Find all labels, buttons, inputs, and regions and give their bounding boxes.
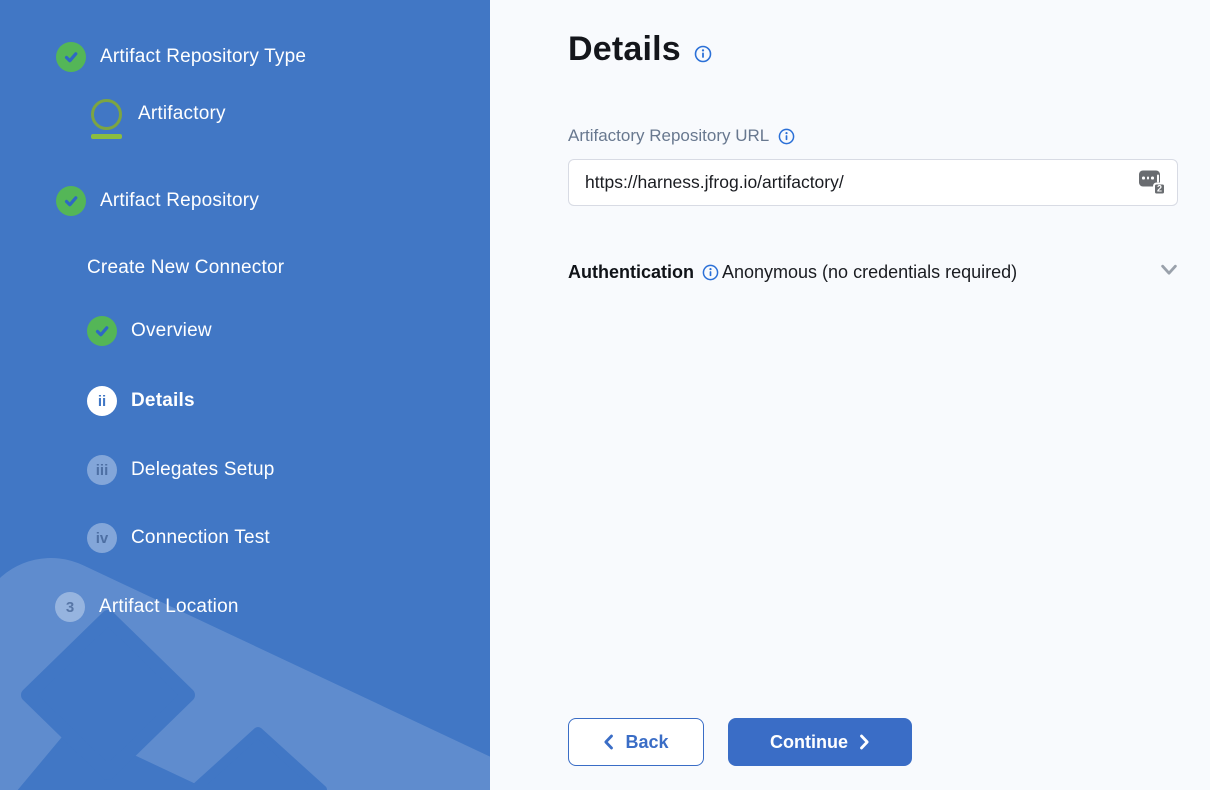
page-title: Details (568, 30, 681, 69)
artifactory-icon (88, 99, 124, 139)
step-label: Artifact Repository (100, 190, 259, 212)
sidebar-section-create-new-connector: Create New Connector (87, 257, 284, 279)
sidebar-item-artifactory[interactable]: Artifactory (88, 99, 226, 139)
section-label: Create New Connector (87, 257, 284, 279)
step-label: Artifact Repository Type (100, 46, 306, 68)
url-field-label: Artifactory Repository URL (568, 126, 769, 146)
url-input-wrap: 2 (568, 159, 1178, 206)
step-numeral-badge: ii (87, 386, 117, 416)
step-complete-check-icon (87, 316, 117, 346)
step-numeral-badge: iv (87, 523, 117, 553)
page-title-row: Details (568, 30, 712, 69)
fixed-input-badge: 2 (1153, 182, 1166, 195)
connector-wizard: Artifact Repository Type Artifactory Art… (0, 0, 1210, 790)
sidebar-step-artifact-repository-type[interactable]: Artifact Repository Type (56, 42, 306, 72)
wizard-footer: Back Continue (568, 718, 912, 766)
step-numeral-badge: 3 (55, 592, 85, 622)
sidebar-step-connection-test: iv Connection Test (87, 523, 270, 553)
continue-button[interactable]: Continue (728, 718, 912, 766)
step-label: Delegates Setup (131, 459, 275, 481)
authentication-value: Anonymous (no credentials required) (722, 262, 1017, 283)
step-label: Details (131, 390, 195, 412)
step-complete-check-icon (56, 186, 86, 216)
sidebar-step-delegates-setup: iii Delegates Setup (87, 455, 275, 485)
back-button[interactable]: Back (568, 718, 704, 766)
details-panel: Details Artifactory Repository URL 2 Aut… (490, 0, 1210, 790)
url-info-icon[interactable] (778, 128, 795, 145)
wizard-sidebar: Artifact Repository Type Artifactory Art… (0, 0, 490, 790)
sidebar-step-details[interactable]: ii Details (87, 386, 195, 416)
sidebar-step-overview[interactable]: Overview (87, 316, 212, 346)
sidebar-step-artifact-location: 3 Artifact Location (55, 592, 239, 622)
step-label: Connection Test (131, 527, 270, 549)
authentication-info-icon[interactable] (702, 264, 719, 281)
details-info-icon[interactable] (694, 45, 712, 63)
step-label: Artifactory (138, 103, 226, 125)
chevron-right-icon (859, 734, 870, 750)
sidebar-step-artifact-repository[interactable]: Artifact Repository (56, 186, 259, 216)
step-complete-check-icon (56, 42, 86, 72)
authentication-label: Authentication (568, 262, 694, 283)
chevron-down-icon[interactable] (1160, 263, 1178, 282)
step-label: Overview (131, 320, 212, 342)
step-label: Artifact Location (99, 596, 239, 618)
authentication-select[interactable]: Authentication Anonymous (no credentials… (568, 257, 1178, 287)
chevron-left-icon (603, 734, 614, 750)
url-input[interactable] (569, 160, 1177, 205)
step-numeral-badge: iii (87, 455, 117, 485)
url-field-label-row: Artifactory Repository URL (568, 126, 795, 146)
fixed-input-type-icon[interactable]: 2 (1139, 170, 1166, 195)
